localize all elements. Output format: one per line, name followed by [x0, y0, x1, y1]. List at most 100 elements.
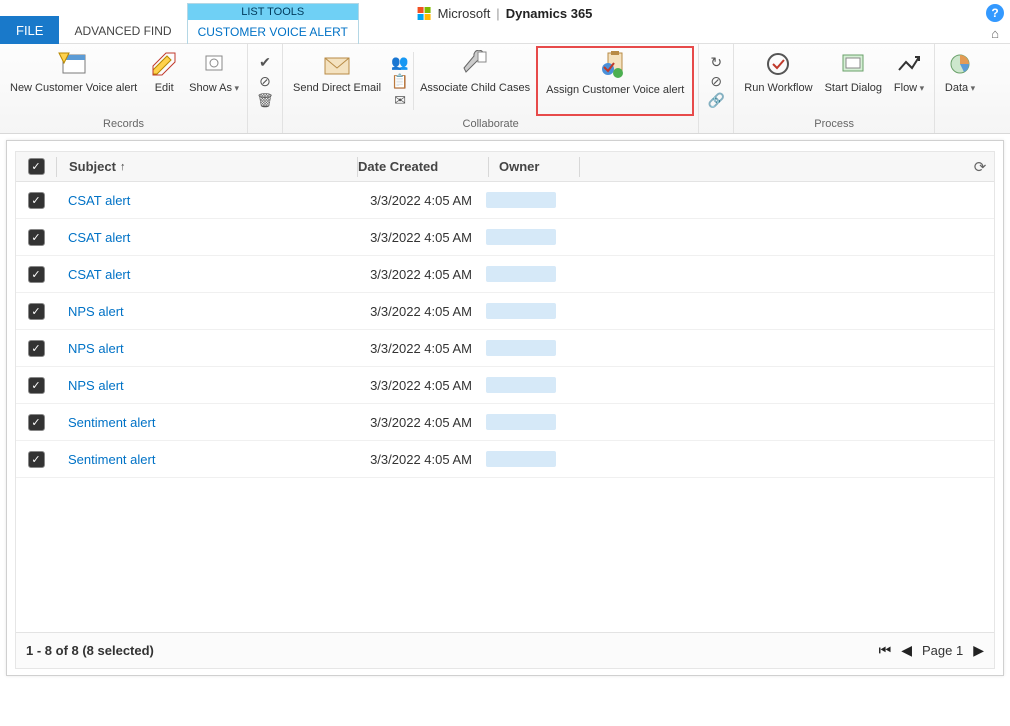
row-owner — [486, 192, 566, 208]
row-checkbox[interactable]: ✓ — [28, 303, 45, 320]
app-header: FILE ADVANCED FIND LIST TOOLS CUSTOMER V… — [0, 0, 1010, 44]
row-checkbox[interactable]: ✓ — [28, 414, 45, 431]
table-row[interactable]: ✓CSAT alert3/3/2022 4:05 AM — [16, 182, 994, 219]
col-header-date[interactable]: Date Created — [358, 159, 488, 174]
wrench-icon — [458, 48, 492, 80]
next-page-button[interactable]: ▶ — [973, 642, 984, 659]
row-date: 3/3/2022 4:05 AM — [356, 267, 486, 282]
help-icon[interactable]: ? — [986, 4, 1004, 22]
brand-microsoft: Microsoft — [438, 6, 491, 21]
tab-customer-voice-alert[interactable]: CUSTOMER VOICE ALERT — [188, 20, 358, 44]
row-checkbox[interactable]: ✓ — [28, 192, 45, 209]
select-all-cell[interactable]: ✓ — [16, 158, 56, 175]
home-icon[interactable]: ⌂ — [991, 26, 999, 41]
row-checkbox-cell[interactable]: ✓ — [16, 266, 56, 283]
send-direct-email-button[interactable]: Send Direct Email — [287, 46, 387, 116]
new-customer-voice-alert-button[interactable]: New Customer Voice alert — [4, 46, 143, 116]
table-row[interactable]: ✓ Sentiment alert3/3/2022 4:05 AM — [16, 404, 994, 441]
row-checkbox-cell[interactable]: ✓ — [16, 340, 56, 357]
tab-file[interactable]: FILE — [0, 16, 59, 44]
run-workflow-button[interactable]: Run Workflow — [738, 46, 818, 116]
row-subject-link[interactable]: CSAT alert — [56, 267, 356, 282]
link-icon[interactable]: 🔗 — [707, 91, 725, 109]
row-checkbox-cell[interactable]: ✓ — [16, 451, 56, 468]
prev-page-button[interactable]: ◀ — [901, 642, 912, 659]
ribbon-group-links: ↻ ⊘ 🔗 — [699, 44, 734, 133]
edit-label: Edit — [155, 82, 174, 95]
table-row[interactable]: ✓ CSAT alert3/3/2022 4:05 AM — [16, 219, 994, 256]
pager: ⏮ ◀ Page 1 ▶ — [879, 642, 984, 659]
row-checkbox[interactable]: ✓ — [28, 377, 45, 394]
row-checkbox[interactable]: ✓ — [28, 266, 45, 283]
share-icon[interactable]: 👥 — [391, 53, 409, 71]
deactivate-icon[interactable]: ⊘ — [256, 72, 274, 90]
row-checkbox-cell[interactable]: ✓ — [16, 377, 56, 394]
assign-cva-label: Assign Customer Voice alert — [546, 84, 684, 97]
row-checkbox-cell[interactable]: ✓ — [16, 414, 56, 431]
row-subject-link[interactable]: NPS alert — [56, 378, 356, 393]
flow-label: Flow — [894, 82, 924, 95]
show-as-label: Show As — [189, 82, 239, 95]
email-link-icon[interactable]: ✉ — [391, 91, 409, 109]
assign-customer-voice-alert-button[interactable]: Assign Customer Voice alert — [536, 46, 694, 116]
row-subject-link[interactable]: Sentiment alert — [56, 415, 356, 430]
copy-link-icon[interactable]: 📋 — [391, 72, 409, 90]
run-workflow-label: Run Workflow — [744, 82, 812, 95]
grid-footer: 1 - 8 of 8 (8 selected) ⏮ ◀ Page 1 ▶ — [16, 632, 994, 668]
row-subject-link[interactable]: NPS alert — [56, 341, 356, 356]
flow-button[interactable]: Flow — [888, 46, 930, 116]
send-email-label: Send Direct Email — [293, 82, 381, 95]
new-cva-label: New Customer Voice alert — [10, 82, 137, 95]
row-subject-link[interactable]: Sentiment alert — [56, 452, 356, 467]
show-as-button[interactable]: Show As — [185, 46, 243, 116]
row-owner — [486, 303, 566, 319]
grid-body: ✓CSAT alert3/3/2022 4:05 AM✓CSAT alert3/… — [16, 182, 994, 632]
col-header-subject[interactable]: Subject↑ — [57, 159, 357, 174]
row-date: 3/3/2022 4:05 AM — [356, 452, 486, 467]
col-header-owner[interactable]: Owner — [489, 159, 579, 174]
sort-asc-icon: ↑ — [120, 161, 126, 173]
tab-advanced-find[interactable]: ADVANCED FIND — [59, 16, 186, 44]
row-checkbox-cell[interactable]: ✓ — [16, 192, 56, 209]
data-button[interactable]: Data — [939, 46, 981, 116]
start-dialog-label: Start Dialog — [825, 82, 882, 95]
process-group-label: Process — [738, 116, 930, 133]
start-dialog-button[interactable]: Start Dialog — [819, 46, 888, 116]
ribbon-group-actions: ✔ ⊘ 🗑 — [248, 44, 283, 133]
main-content: ✓ Subject↑ Date Created Owner ⟳ ✓ CSAT al… — [6, 140, 1004, 676]
row-checkbox-cell[interactable]: ✓ — [16, 229, 56, 246]
table-row[interactable]: ✓ Sentiment alert3/3/2022 4:05 AM — [16, 441, 994, 478]
first-page-button[interactable]: ⏮ — [879, 642, 892, 659]
select-all-checkbox[interactable]: ✓ — [28, 158, 45, 175]
assign-icon — [598, 50, 632, 82]
table-row[interactable]: ✓NPS alert3/3/2022 4:05 AM — [16, 367, 994, 404]
brand-product: Dynamics 365 — [506, 6, 593, 21]
ribbon-group-process: Run Workflow Start Dialog Flow Process — [734, 44, 935, 133]
edit-button[interactable]: Edit — [143, 46, 185, 116]
unfollow-icon[interactable]: ⊘ — [707, 72, 725, 90]
row-checkbox[interactable]: ✓ — [28, 340, 45, 357]
associate-child-cases-button[interactable]: Associate Child Cases — [414, 46, 536, 116]
row-date: 3/3/2022 4:05 AM — [356, 230, 486, 245]
delete-icon[interactable]: 🗑 — [256, 91, 274, 109]
row-checkbox[interactable]: ✓ — [28, 229, 45, 246]
dialog-icon — [836, 48, 870, 80]
activate-icon[interactable]: ✔ — [256, 53, 274, 71]
row-checkbox-cell[interactable]: ✓ — [16, 303, 56, 320]
show-as-icon — [197, 48, 231, 80]
data-label: Data — [945, 82, 975, 95]
table-row[interactable]: ✓ CSAT alert3/3/2022 4:05 AM — [16, 256, 994, 293]
row-subject-link[interactable]: NPS alert — [56, 304, 356, 319]
table-row[interactable]: ✓NPS alert3/3/2022 4:05 AM — [16, 330, 994, 367]
row-owner — [486, 229, 566, 245]
table-row[interactable]: ✓NPS alert3/3/2022 4:05 AM — [16, 293, 994, 330]
row-date: 3/3/2022 4:05 AM — [356, 415, 486, 430]
collaborate-group-label: Collaborate — [287, 116, 694, 133]
row-checkbox[interactable]: ✓ — [28, 451, 45, 468]
sync-icon[interactable]: ↻ — [707, 53, 725, 71]
microsoft-logo-icon — [418, 7, 432, 21]
header-right: ? ⌂ — [986, 4, 1004, 41]
refresh-button[interactable]: ⟳ — [966, 158, 994, 176]
row-subject-link[interactable]: CSAT alert — [56, 193, 356, 208]
row-subject-link[interactable]: CSAT alert — [56, 230, 356, 245]
